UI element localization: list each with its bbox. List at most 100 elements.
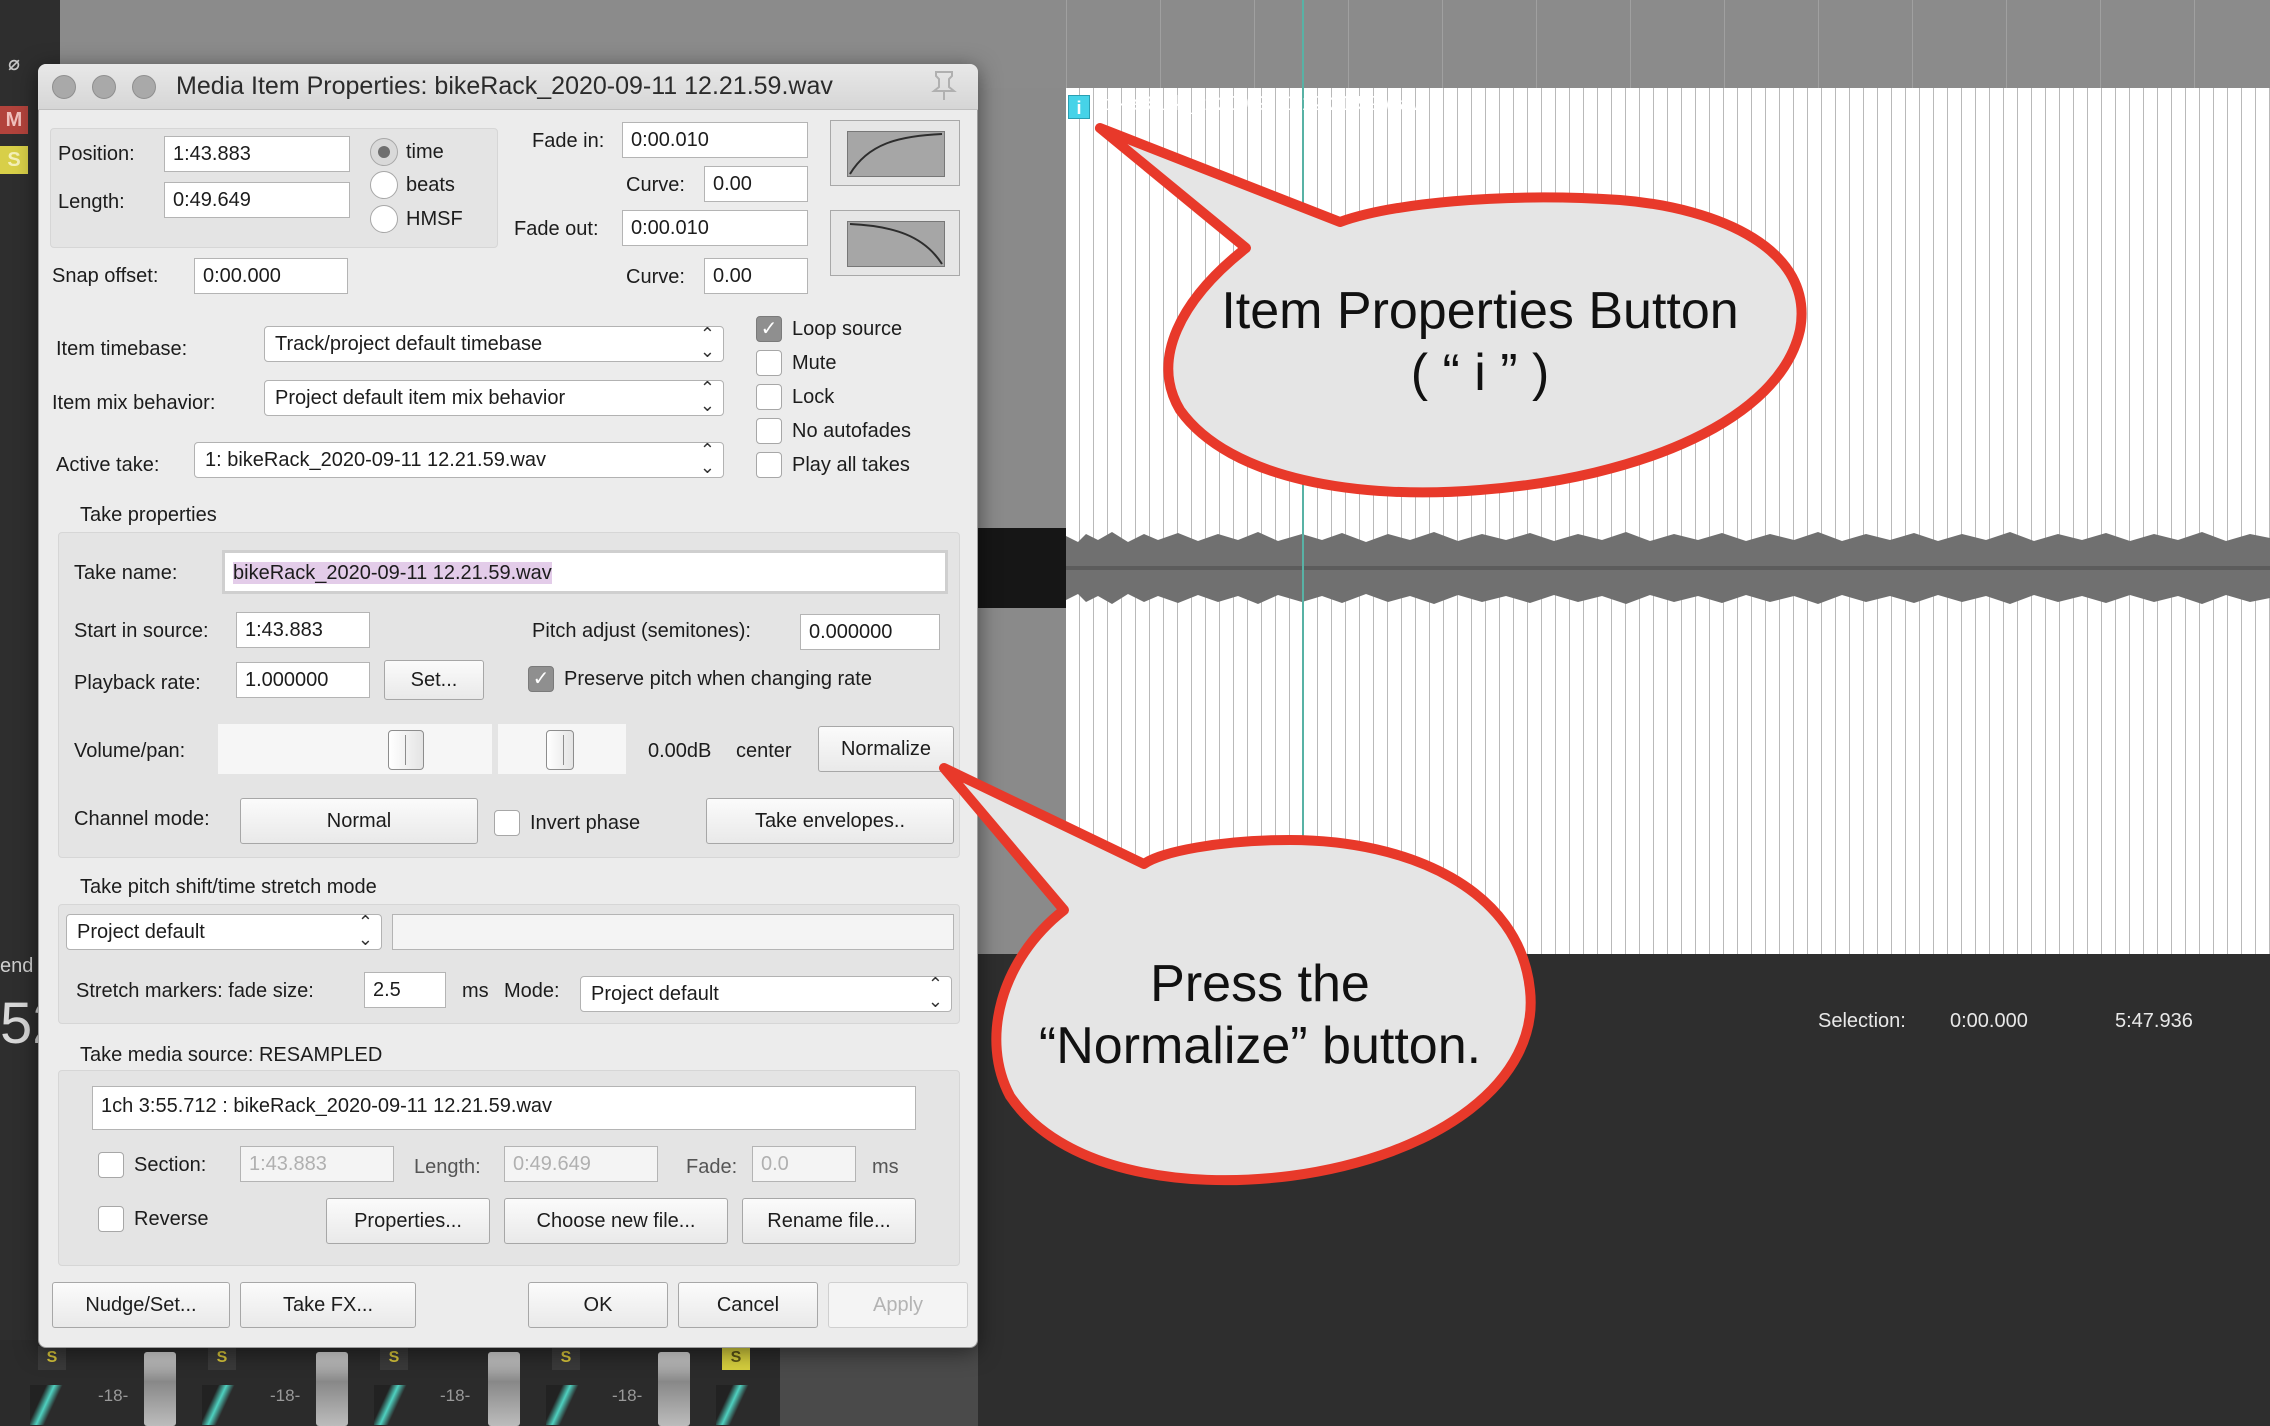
mixer-solo-button[interactable]: S — [552, 1346, 580, 1370]
track-lane-empty[interactable] — [978, 88, 1066, 954]
no-autofades-checkbox[interactable] — [756, 418, 782, 444]
radio-time[interactable] — [370, 138, 398, 166]
pitch-shift-submode-field — [392, 914, 954, 950]
mixer-solo-button-active[interactable]: S — [722, 1346, 750, 1370]
phase-icon[interactable]: ⌀ — [0, 50, 28, 78]
callout-item-properties-line1: Item Properties Button — [1221, 282, 1739, 340]
choose-new-file-button[interactable]: Choose new file... — [504, 1198, 728, 1244]
mixer-fader[interactable] — [144, 1352, 176, 1426]
media-item[interactable] — [1066, 88, 2270, 954]
take-name-field[interactable]: bikeRack_2020-09-11 12.21.59.wav — [222, 550, 948, 594]
rename-file-button[interactable]: Rename file... — [742, 1198, 916, 1244]
active-take-label: Active take: — [56, 454, 160, 476]
normalize-button[interactable]: Normalize — [818, 726, 954, 772]
channel-mode-label: Channel mode: — [74, 808, 210, 830]
fade-in-label: Fade in: — [532, 130, 605, 152]
fade-out-field[interactable]: 0:00.010 — [622, 210, 808, 246]
properties-button[interactable]: Properties... — [326, 1198, 490, 1244]
mute-checkbox[interactable] — [756, 350, 782, 376]
select-chevron-icon: ⌃ ⌄ — [699, 326, 715, 361]
dialog-title: Media Item Properties: bikeRack_2020-09-… — [176, 72, 833, 100]
mute-label: Mute — [792, 352, 837, 374]
preserve-pitch-checkbox[interactable]: ✓ — [528, 666, 554, 692]
selection-label: Selection: — [1818, 1010, 1906, 1032]
nudge-set-button[interactable]: Nudge/Set... — [52, 1282, 230, 1328]
volume-slider-knob[interactable] — [388, 730, 424, 770]
media-source-field[interactable]: 1ch 3:55.712 : bikeRack_2020-09-11 12.21… — [92, 1086, 916, 1130]
fade-out-curve-field[interactable]: 0.00 — [704, 258, 808, 294]
source-fade-label: Fade: — [686, 1156, 738, 1178]
take-envelopes-button[interactable]: Take envelopes.. — [706, 798, 954, 844]
take-fx-button[interactable]: Take FX... — [240, 1282, 416, 1328]
length-field[interactable]: 0:49.649 — [164, 182, 350, 218]
radio-beats-label: beats — [406, 174, 455, 196]
volume-slider[interactable] — [218, 724, 492, 774]
section-checkbox[interactable] — [98, 1152, 124, 1178]
callout-normalize-line2: “Normalize” button. — [1038, 1017, 1482, 1075]
set-rate-button[interactable]: Set... — [384, 660, 484, 700]
section-field: 1:43.883 — [240, 1146, 394, 1182]
mixer-fader[interactable] — [488, 1352, 520, 1426]
radio-hmsf[interactable] — [370, 205, 398, 233]
position-label: Position: — [58, 143, 135, 165]
mixer-db-label: -18- — [440, 1386, 471, 1405]
select-chevron-icon: ⌃ ⌄ — [699, 380, 715, 415]
fade-in-curve-field[interactable]: 0.00 — [704, 166, 808, 202]
stretch-mode-select[interactable]: Project default ⌃ ⌄ — [580, 976, 952, 1012]
no-autofades-label: No autofades — [792, 420, 911, 442]
solo-button[interactable]: S — [0, 146, 28, 174]
preserve-pitch-label: Preserve pitch when changing rate — [564, 668, 872, 690]
item-timebase-value: Track/project default timebase — [275, 333, 543, 355]
mixer-meter — [546, 1385, 582, 1425]
position-field[interactable]: 1:43.883 — [164, 136, 350, 172]
fade-in-curve-icon — [849, 133, 943, 175]
cancel-button[interactable]: Cancel — [678, 1282, 818, 1328]
selection-start[interactable]: 0:00.000 — [1950, 1010, 2028, 1033]
pan-value: center — [736, 740, 792, 762]
pin-icon[interactable] — [930, 70, 958, 107]
item-properties-i-button[interactable]: i — [1068, 95, 1090, 119]
invert-phase-checkbox[interactable] — [494, 810, 520, 836]
snap-offset-field[interactable]: 0:00.000 — [194, 258, 348, 294]
take-name-label: Take name: — [74, 562, 178, 584]
mixer-meter — [202, 1385, 238, 1425]
zoom-window-button[interactable] — [132, 75, 156, 99]
active-take-select[interactable]: 1: bikeRack_2020-09-11 12.21.59.wav ⌃ ⌄ — [194, 442, 724, 478]
ok-button[interactable]: OK — [528, 1282, 668, 1328]
waveform — [1066, 532, 2270, 604]
loop-source-checkbox[interactable]: ✓ — [756, 316, 782, 342]
mixer-fader[interactable] — [658, 1352, 690, 1426]
start-in-source-field[interactable]: 1:43.883 — [236, 612, 370, 648]
fade-out-shape-button[interactable] — [830, 210, 960, 276]
volume-value: 0.00dB — [648, 740, 712, 762]
lock-label: Lock — [792, 386, 835, 408]
reverse-checkbox[interactable] — [98, 1206, 124, 1232]
close-window-button[interactable] — [52, 75, 76, 99]
mixer-fader[interactable] — [316, 1352, 348, 1426]
fade-out-label: Fade out: — [514, 218, 599, 240]
pitch-shift-select[interactable]: Project default ⌃ ⌄ — [66, 914, 382, 950]
mixer-meter — [30, 1385, 66, 1425]
mute-button[interactable]: M — [0, 106, 28, 134]
stretch-fade-field[interactable]: 2.5 — [364, 972, 446, 1008]
radio-beats[interactable] — [370, 171, 398, 199]
mixer-solo-button[interactable]: S — [380, 1346, 408, 1370]
play-all-takes-checkbox[interactable] — [756, 452, 782, 478]
selection-end[interactable]: 5:47.936 — [2115, 1010, 2193, 1033]
item-timebase-select[interactable]: Track/project default timebase ⌃ ⌄ — [264, 326, 724, 362]
channel-mode-button[interactable]: Normal — [240, 798, 478, 844]
pitch-adjust-field[interactable]: 0.000000 — [800, 614, 940, 650]
pan-slider-knob[interactable] — [546, 730, 574, 770]
playback-rate-field[interactable]: 1.000000 — [236, 662, 370, 698]
mode-label: Mode: — [504, 980, 560, 1002]
fade-in-shape-button[interactable] — [830, 120, 960, 186]
source-fade-field: 0.0 — [752, 1146, 856, 1182]
fade-in-field[interactable]: 0:00.010 — [622, 122, 808, 158]
mixer-solo-button[interactable]: S — [38, 1346, 66, 1370]
mixer-solo-button[interactable]: S — [208, 1346, 236, 1370]
snap-offset-label: Snap offset: — [52, 265, 159, 287]
item-mix-select[interactable]: Project default item mix behavior ⌃ ⌄ — [264, 380, 724, 416]
take-name-text: bikeRack_2020-09-11 12.21.59.wav — [233, 562, 552, 584]
minimize-window-button[interactable] — [92, 75, 116, 99]
lock-checkbox[interactable] — [756, 384, 782, 410]
